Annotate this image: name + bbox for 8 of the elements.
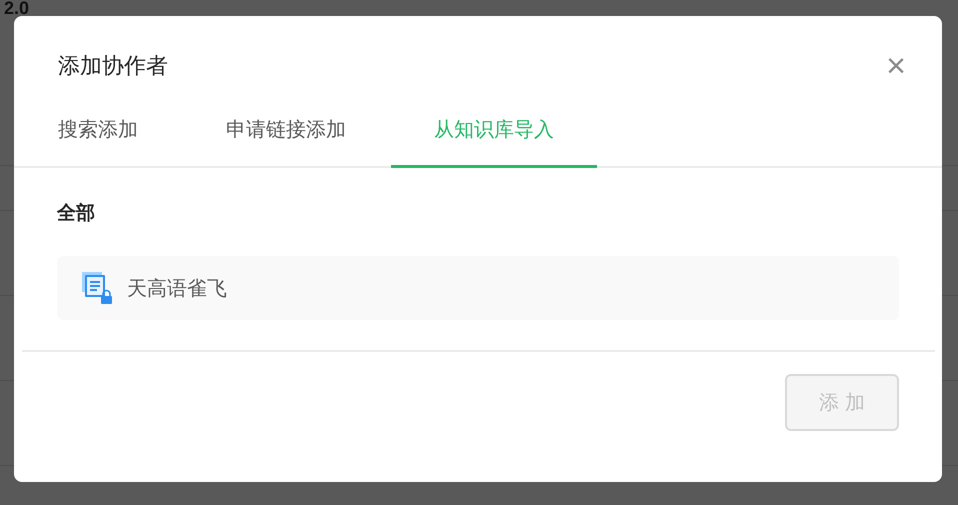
tab[interactable]: 申请链接添加 bbox=[226, 106, 346, 168]
section-title: 全部 bbox=[57, 201, 96, 226]
tab[interactable]: 搜索添加 bbox=[58, 106, 138, 168]
close-button[interactable]: × bbox=[886, 50, 906, 82]
list-item[interactable]: 天高语雀飞 bbox=[57, 256, 899, 320]
page-heading: 2.0 bbox=[4, 0, 30, 17]
dialog-title: 添加协作者 bbox=[58, 53, 168, 81]
item-name: 天高语雀飞 bbox=[127, 274, 227, 302]
